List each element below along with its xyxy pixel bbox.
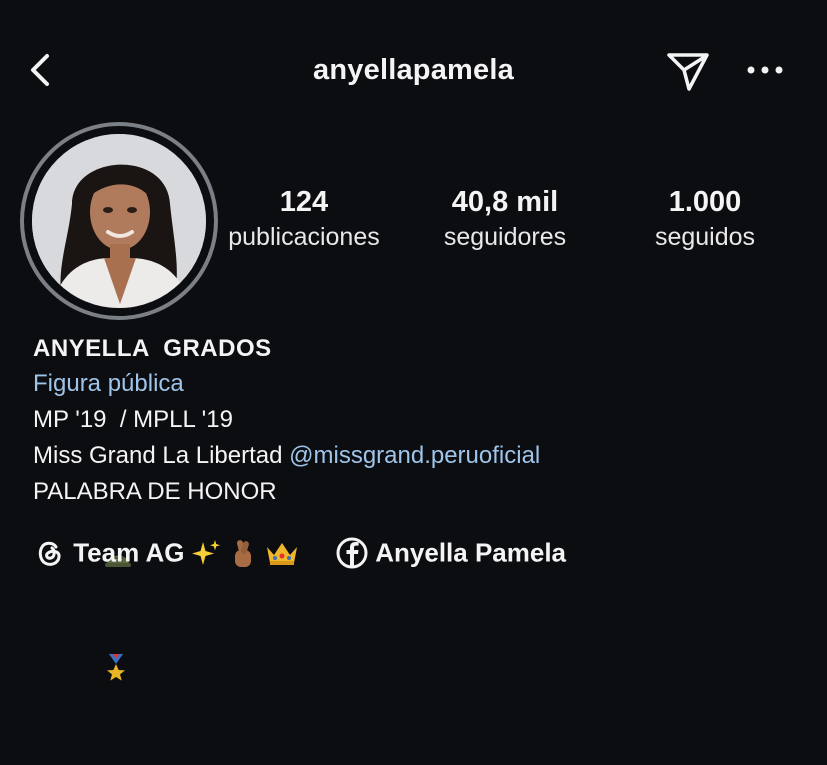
crossed-fingers-icon [234,540,251,568]
bio-line-3: PALABRA DE HONOR [33,474,540,765]
category-label: Figura pública [33,370,184,397]
facebook-label: Anyella Pamela [375,537,567,568]
bio-line-2-text: Miss Grand La Libertad [33,442,290,469]
sparkles-icon [191,540,220,566]
profile-photo [32,134,206,308]
posts-stat[interactable]: 124 publicaciones [212,184,396,254]
threads-link[interactable]: Team AG [32,536,300,576]
military-medal-icon [64,618,128,729]
paper-plane-icon [667,53,709,91]
crown-icon [267,543,298,566]
followers-label: seguidores [443,223,567,251]
posts-count: 124 [279,186,329,218]
more-horizontal-icon [747,66,783,74]
bio-line-3-text: PALABRA DE HONOR [33,478,277,505]
facebook-link[interactable]: Anyella Pamela [336,536,566,576]
posts-label: publicaciones [228,223,380,251]
followers-stat[interactable]: 40,8 mil seguidores [420,184,590,254]
share-button[interactable] [665,48,711,94]
following-count: 1.000 [668,186,742,218]
threads-label: Team AG [73,537,185,568]
display-name: ANYELLA GRADOS [33,335,272,362]
bio-line-1: MP '19 / MPLL '19 [33,406,233,433]
avatar[interactable] [32,134,206,308]
mention-link[interactable]: @missgrand.peruoficial [289,442,540,469]
facebook-icon [336,537,368,569]
bio-line-2: Miss Grand La Libertad @missgrand.peruof… [33,438,540,474]
following-stat[interactable]: 1.000 seguidos [630,184,780,254]
following-label: seguidos [654,223,756,251]
profile-header: anyellapamela [0,0,827,140]
followers-count: 40,8 mil [451,186,559,218]
threads-icon [38,541,61,566]
more-options-button[interactable] [745,58,785,82]
